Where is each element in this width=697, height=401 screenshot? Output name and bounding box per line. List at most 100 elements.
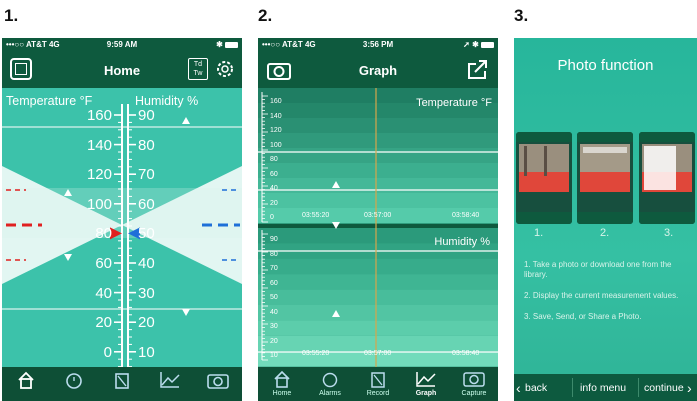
graph-screen: •••○○ AT&T 4G 3:56 PM ➚ ✱ Graph Temperat… — [258, 38, 498, 401]
tab-home-label: Home — [272, 390, 292, 397]
graph-humidity-tick-label: 20 — [270, 337, 278, 345]
temperature-tick-label: 140 — [86, 136, 112, 154]
tab-alarms-label: Alarms — [319, 390, 341, 397]
tab-capture[interactable] — [194, 367, 242, 401]
graph-temperature-tick-label: 20 — [270, 199, 278, 207]
instruction-step-3: 3. Save, Send, or Share a Photo. — [524, 312, 642, 321]
step-number-3: 3. — [514, 6, 529, 25]
tab-capture[interactable]: Capture — [450, 367, 498, 401]
temperature-tick-label: 120 — [86, 166, 112, 184]
camera-icon — [207, 374, 229, 389]
screenshot-thumbnail-1 — [516, 132, 572, 224]
clock-label: 3:56 PM — [362, 40, 394, 49]
continue-chevron-icon: › — [687, 380, 692, 396]
instruction-step-2: 2. Display the current measurement value… — [524, 291, 679, 300]
graph-temperature-tick-label: 140 — [270, 112, 282, 120]
graph-temperature-tick-label: 60 — [270, 170, 278, 178]
battery-icon: ✱ — [216, 40, 238, 49]
status-bar: •••○○ AT&T 4G 9:59 AM ✱ — [2, 38, 242, 52]
tab-alarms[interactable]: Alarms — [306, 367, 354, 401]
alarm-icon — [322, 372, 338, 388]
record-icon — [115, 373, 129, 389]
nav-bar: Graph — [258, 52, 498, 88]
share-icon[interactable] — [466, 58, 490, 80]
graph-icon — [160, 372, 180, 388]
graph-humidity-tick-label: 40 — [270, 308, 278, 316]
clock-label: 9:59 AM — [106, 40, 138, 49]
tab-record[interactable] — [98, 367, 146, 401]
home-icon — [274, 370, 290, 388]
graph-humidity-tick-label: 10 — [270, 352, 278, 359]
tab-home[interactable]: Home — [258, 367, 306, 401]
graph-humidity-tick-label: 80 — [270, 250, 278, 258]
tab-capture-label: Capture — [461, 390, 487, 397]
temperature-tick-label: 80 — [95, 225, 112, 243]
tab-alarms[interactable] — [50, 367, 98, 401]
graph-temperature-tick-label: 100 — [270, 141, 282, 149]
status-bar: •••○○ AT&T 4G 3:56 PM ➚ ✱ — [258, 38, 498, 52]
temperature-tick-label: 100 — [86, 195, 112, 213]
page-title: Graph — [358, 63, 398, 78]
home-screen: •••○○ AT&T 4G 9:59 AM ✱ Home Td Tw Tempe… — [2, 38, 242, 401]
graph-time-label: 03:58:40 — [452, 350, 480, 357]
humidity-tick-label: 10 — [138, 343, 155, 361]
graph-temperature-tick-label: 160 — [270, 98, 282, 105]
graph-time-label: 03:57:00 — [364, 212, 392, 219]
graph-time-label: 03:55:20 — [302, 212, 330, 219]
graph-temperature-tick-label: 80 — [270, 156, 278, 163]
humidity-tick-label: 80 — [138, 136, 155, 154]
graph-temperature-tick-label: 40 — [270, 185, 278, 192]
instructions-list: 1. Take a photo or download one from the… — [524, 260, 691, 333]
td-tw-icon[interactable]: Td Tw — [188, 58, 208, 80]
settings-gear-icon[interactable] — [214, 58, 236, 80]
tab-bar — [2, 367, 242, 401]
continue-button[interactable]: continue — [644, 382, 684, 394]
graph-time-label: 03:57:00 — [364, 350, 392, 357]
graph-area: Temperature °F Humidity % 160 140 120 100 80… — [258, 88, 498, 367]
thumbnail-number-1: 1. — [534, 227, 544, 239]
tab-record[interactable]: Record — [354, 367, 402, 401]
temperature-header: Temperature °F — [6, 94, 93, 108]
humidity-tick-label: 70 — [138, 166, 155, 184]
tab-record-label: Record — [366, 390, 390, 397]
graph-temperature-tick-label: 0 — [270, 214, 274, 221]
humidity-tick-label: 50 — [138, 225, 155, 243]
tab-graph[interactable]: Graph — [402, 367, 450, 401]
instruction-step-1: 1. Take a photo or download one from the… — [524, 260, 672, 279]
thumbnail-number-2: 2. — [600, 227, 610, 239]
camera-icon — [463, 372, 485, 387]
back-chevron-icon: ‹ — [516, 380, 521, 396]
graph-time-label: 03:58:40 — [452, 212, 480, 219]
temperature-tick-label: 60 — [95, 255, 112, 272]
graph-humidity-header: Humidity % — [434, 236, 490, 248]
screenshot-thumbnail-3 — [639, 132, 695, 224]
humidity-tick-label: 60 — [138, 195, 155, 213]
tab-bar: Home Alarms Record Graph Capture — [258, 367, 498, 401]
tab-graph-label: Graph — [415, 390, 437, 397]
tab-graph[interactable] — [146, 367, 194, 401]
humidity-tick-label: 30 — [138, 284, 155, 302]
info-menu-button[interactable]: info menu — [580, 382, 626, 394]
humidity-tick-label: 20 — [138, 314, 155, 332]
graph-humidity-tick-label: 60 — [270, 279, 278, 287]
graph-humidity-tick-label: 90 — [270, 236, 278, 243]
graph-humidity-tick-label: 30 — [270, 323, 278, 330]
graph-time-label: 03:55:20 — [302, 350, 330, 357]
graph-icon — [416, 372, 436, 387]
tab-home[interactable] — [2, 367, 50, 401]
back-button[interactable]: back — [525, 382, 547, 394]
home-icon — [18, 371, 34, 389]
screenshot-thumbnail-2 — [577, 132, 633, 224]
record-icon — [371, 372, 385, 388]
bottom-nav-bar: ‹ back info menu continue › — [514, 374, 697, 401]
thumbnail-number-3: 3. — [664, 227, 674, 239]
temperature-tick-label: 160 — [86, 107, 112, 124]
graph-humidity-tick-label: 50 — [270, 294, 278, 301]
graph-temperature-header: Temperature °F — [416, 97, 492, 109]
nav-bar: Home Td Tw — [2, 52, 242, 88]
graph-temperature-tick-label: 120 — [270, 127, 282, 134]
step-number-2: 2. — [258, 6, 273, 25]
temperature-tick-label: 20 — [95, 314, 112, 332]
step-number-1: 1. — [4, 6, 19, 25]
alarm-icon — [66, 373, 82, 389]
